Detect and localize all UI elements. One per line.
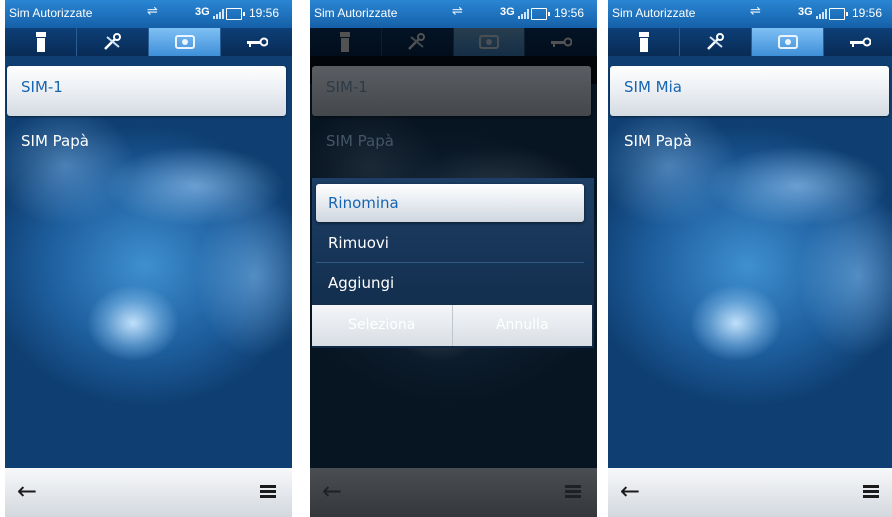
tab-bar	[608, 28, 892, 56]
back-arrow-icon: ←	[322, 477, 343, 505]
tab-tools[interactable]	[77, 28, 149, 56]
status-title: Sim Autorizzate	[612, 6, 696, 20]
tools-icon	[706, 33, 724, 50]
cancel-button-label: Annulla	[495, 317, 549, 333]
list-item[interactable]: SIM Papà	[7, 120, 286, 170]
phone-icon	[35, 32, 46, 52]
phone-screen-list: Sim Autorizzate ⇌ 3G 19:56 SIM-1 SIM Pap…	[5, 0, 292, 517]
tab-key[interactable]	[824, 28, 892, 56]
tab-sim[interactable]	[752, 28, 824, 56]
menu-icon[interactable]	[260, 485, 276, 499]
menu-item-label: Rimuovi	[328, 234, 389, 252]
network-type: 3G	[500, 6, 515, 18]
status-bar: Sim Autorizzate ⇌ 3G 19:56	[310, 0, 597, 28]
list-item-label: SIM Papà	[624, 132, 692, 150]
list-item-label: SIM Mia	[624, 78, 682, 96]
key-icon	[246, 37, 268, 47]
sim-card-icon	[777, 35, 798, 49]
menu-item-rename[interactable]: Rinomina	[316, 184, 584, 222]
phone-icon	[638, 32, 649, 52]
back-arrow-icon[interactable]: ←	[620, 479, 640, 503]
status-bar: Sim Autorizzate ⇌ 3G 19:56	[608, 0, 892, 28]
signal-icon	[213, 9, 224, 19]
tab-tools[interactable]	[680, 28, 752, 56]
status-title: Sim Autorizzate	[314, 6, 398, 20]
list-item-label: SIM Papà	[21, 132, 89, 150]
menu-item-remove[interactable]: Rimuovi	[316, 224, 584, 263]
tab-bar	[5, 28, 292, 56]
menu-icon	[565, 485, 581, 499]
menu-icon[interactable]	[863, 485, 879, 499]
list-item-selected[interactable]: SIM-1	[7, 66, 286, 116]
bottom-bar: ←	[5, 468, 292, 517]
wallpaper	[608, 56, 892, 468]
status-bar: Sim Autorizzate ⇌ 3G 19:56	[5, 0, 292, 28]
select-button-label: Seleziona	[348, 317, 416, 333]
menu-item-add[interactable]: Aggiungi	[316, 264, 584, 302]
battery-icon	[226, 8, 245, 20]
list-item: SIM Papà	[312, 120, 591, 170]
tab-phone[interactable]	[5, 28, 77, 56]
status-time: 19:56	[852, 6, 883, 20]
list-item-label: SIM-1	[326, 78, 368, 96]
menu-item-label: Aggiungi	[328, 274, 395, 292]
status-time: 19:56	[554, 6, 585, 20]
usb-icon: ⇌	[452, 4, 463, 19]
tab-sim[interactable]	[149, 28, 221, 56]
tab-phone[interactable]	[608, 28, 680, 56]
list-item-selected: SIM-1	[312, 66, 591, 116]
battery-icon	[531, 8, 550, 20]
select-button[interactable]: Seleziona	[312, 305, 453, 346]
list-item-selected[interactable]: SIM Mia	[610, 66, 889, 116]
tab-bar	[310, 28, 597, 84]
tools-icon	[103, 33, 121, 50]
tab-key[interactable]	[221, 28, 292, 56]
cancel-button[interactable]: Annulla	[452, 305, 592, 346]
bottom-bar: ←	[310, 468, 597, 517]
softkey-bar: Seleziona Annulla	[312, 305, 592, 346]
list-item-label: SIM-1	[21, 78, 63, 96]
phone-screen-renamed: Sim Autorizzate ⇌ 3G 19:56 SIM Mia SIM P…	[608, 0, 892, 517]
network-type: 3G	[195, 6, 210, 18]
signal-icon	[816, 9, 827, 19]
usb-icon: ⇌	[147, 4, 158, 19]
list-item-label: SIM Papà	[326, 132, 394, 150]
status-time: 19:56	[249, 6, 280, 20]
menu-item-label: Rinomina	[328, 194, 399, 212]
status-title: Sim Autorizzate	[9, 6, 93, 20]
phone-screen-options: Sim Autorizzate ⇌ 3G 19:56 SIM-1 SIM Pap…	[310, 0, 597, 517]
sim-card-icon	[174, 35, 195, 49]
battery-icon	[829, 8, 848, 20]
usb-icon: ⇌	[750, 4, 761, 19]
wallpaper	[5, 56, 292, 468]
back-arrow-icon[interactable]: ←	[17, 479, 37, 503]
key-icon	[849, 37, 871, 47]
list-item[interactable]: SIM Papà	[610, 120, 889, 170]
bottom-bar: ←	[608, 468, 892, 517]
network-type: 3G	[798, 6, 813, 18]
signal-icon	[518, 9, 529, 19]
